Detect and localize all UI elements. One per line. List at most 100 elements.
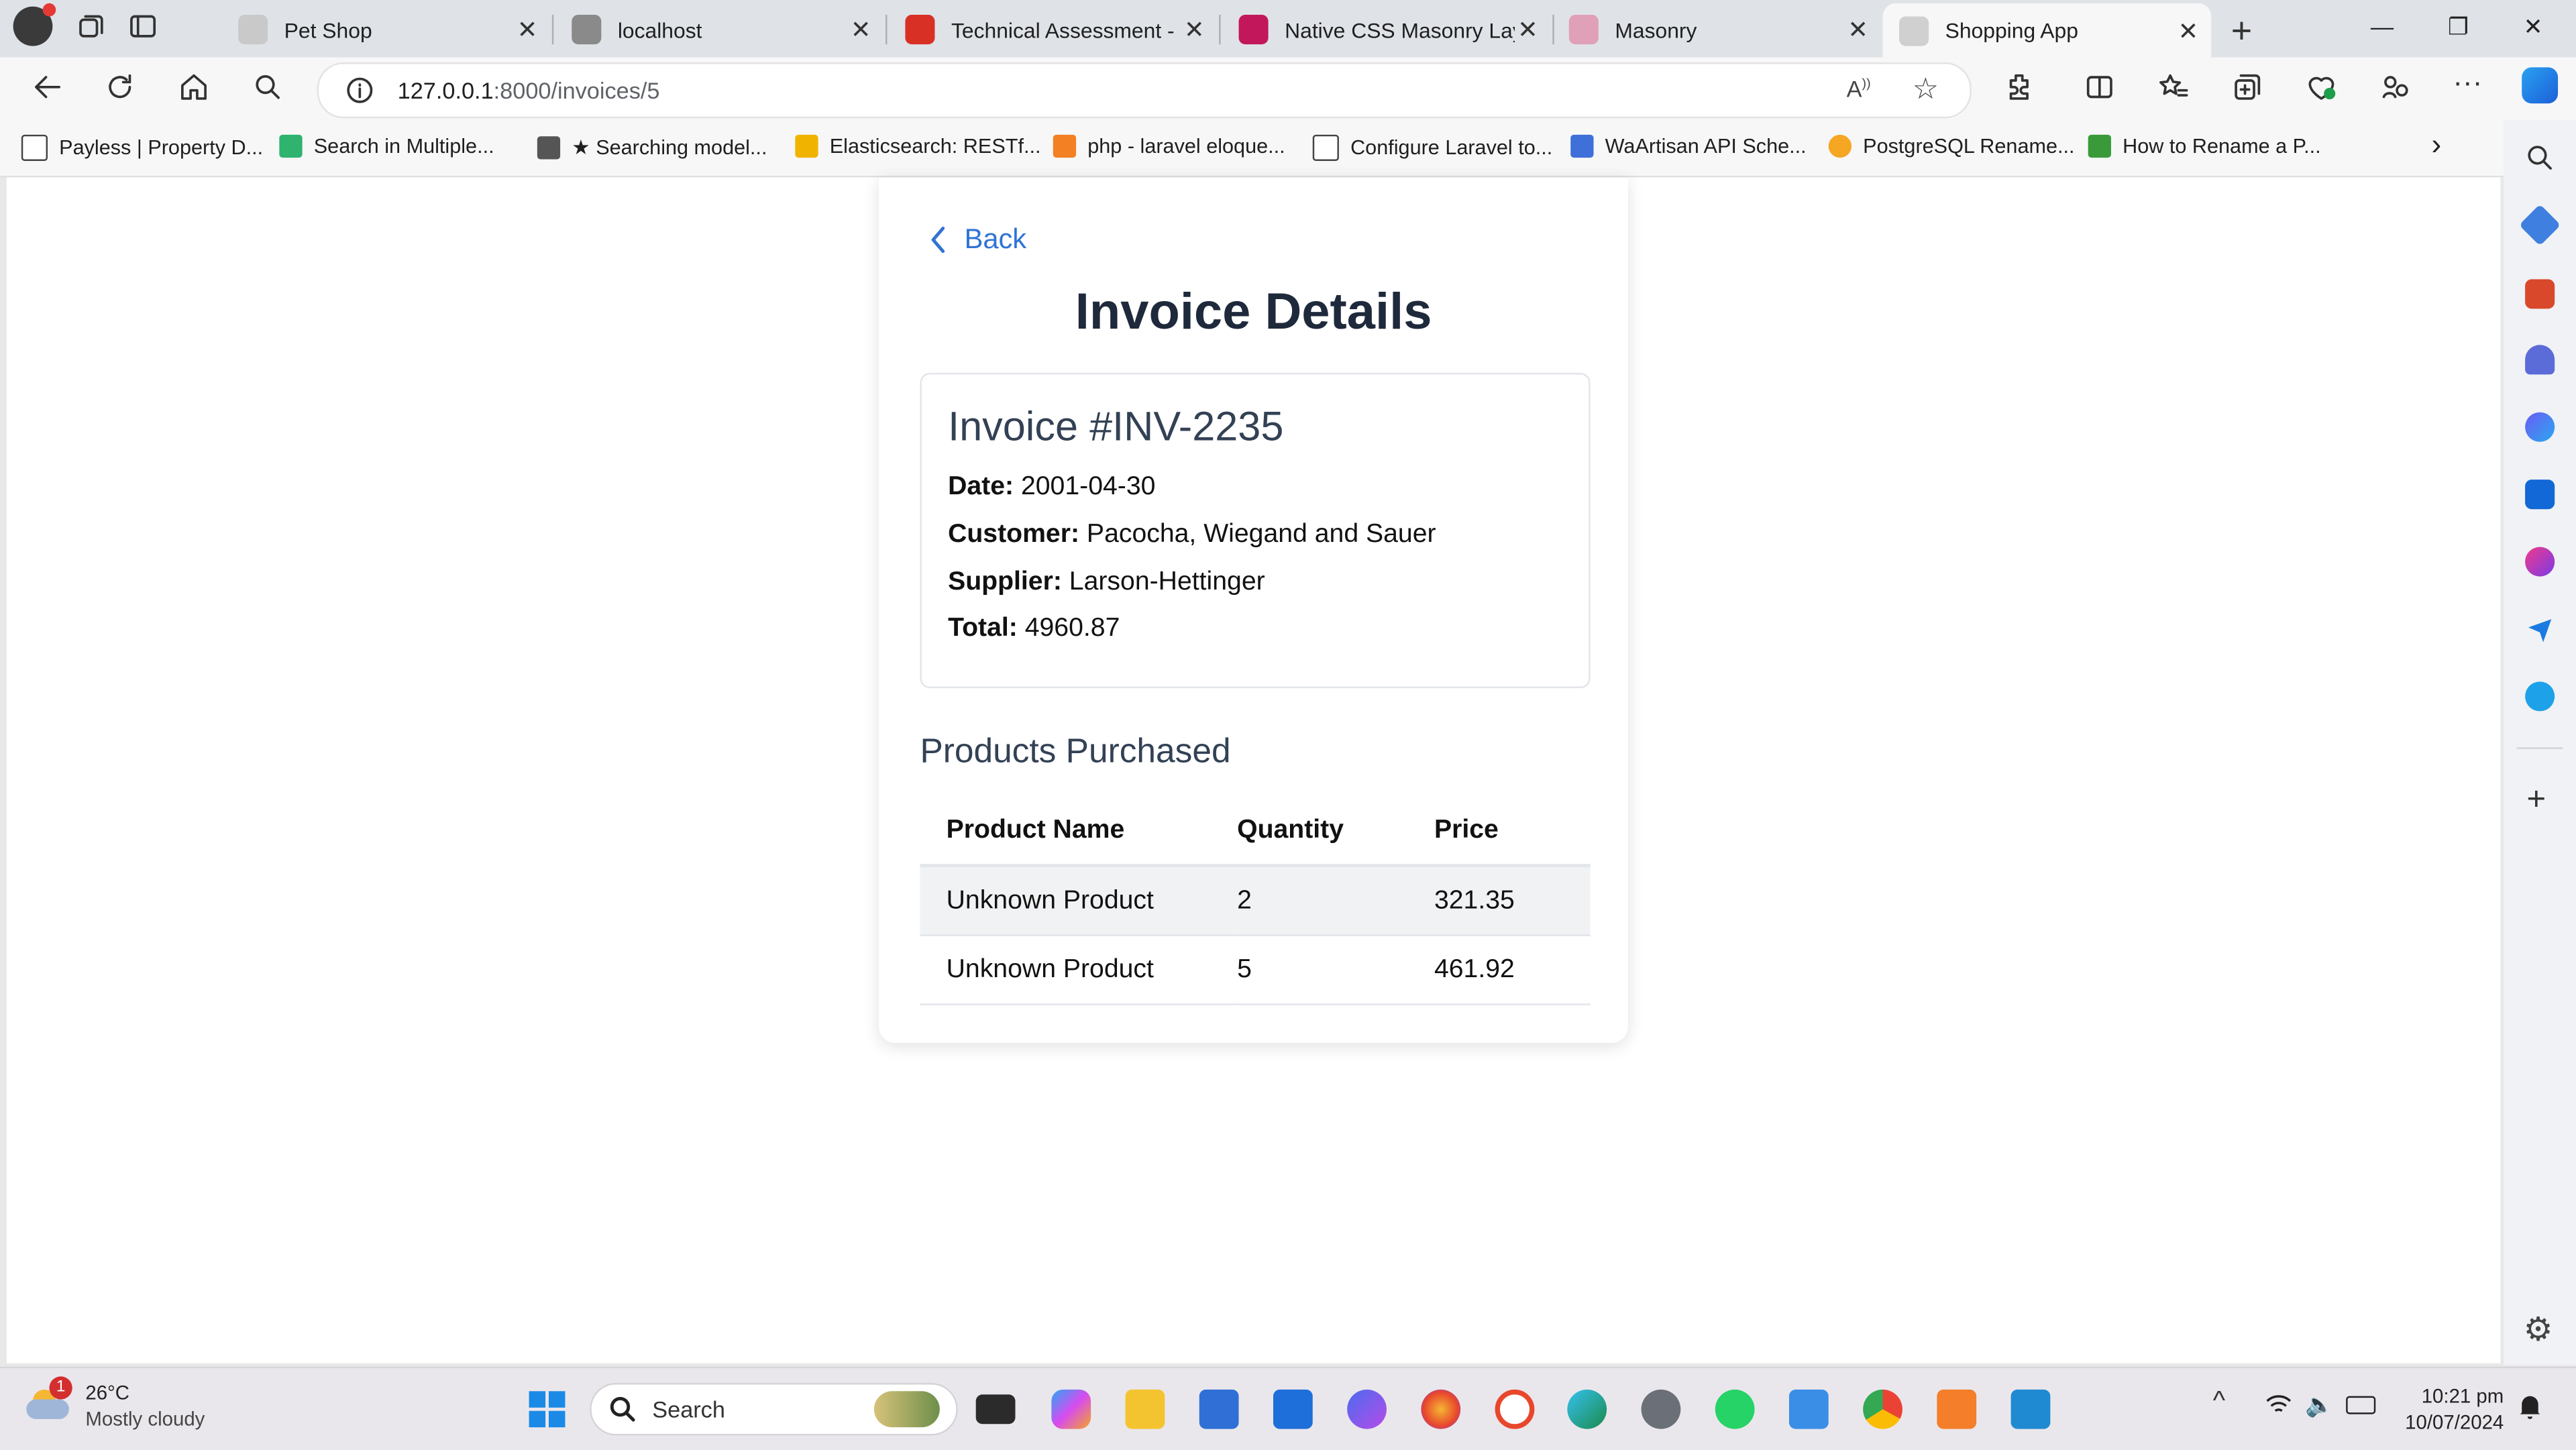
bookmark-label: PostgreSQL Rename... <box>1863 134 2075 158</box>
workspaces-icon[interactable] <box>76 11 105 41</box>
restore-icon[interactable]: ❐ <box>2448 13 2469 42</box>
close-icon[interactable]: ✕ <box>515 15 541 44</box>
wifi-icon[interactable] <box>2265 1393 2292 1416</box>
file-explorer-icon[interactable] <box>1125 1389 1165 1429</box>
bookmark-item[interactable]: Elasticsearch: RESTf... <box>795 134 1040 158</box>
new-tab-icon[interactable]: + <box>2231 10 2252 53</box>
search-icon[interactable] <box>2525 143 2555 172</box>
url-text: 127.0.0.1:8000/invoices/5 <box>398 77 660 103</box>
tab-shopping-app[interactable]: Shopping App ✕ <box>1882 3 2212 58</box>
back-label: Back <box>964 223 1027 255</box>
send-icon[interactable] <box>2525 614 2555 644</box>
taskbar-search[interactable]: Search <box>590 1383 958 1436</box>
bookmark-item[interactable]: WaArtisan API Sche... <box>1570 134 1807 158</box>
weather-description: Mostly cloudy <box>85 1407 205 1431</box>
tab-native-css-masonry[interactable]: Native CSS Masonry Layo ✕ <box>1222 5 1551 54</box>
vscode-icon[interactable] <box>2010 1389 2051 1429</box>
outlook-icon[interactable] <box>2525 480 2555 510</box>
more-options-icon[interactable]: ··· <box>2453 66 2482 100</box>
mail-icon[interactable] <box>1273 1389 1313 1429</box>
back-link[interactable]: Back <box>928 223 1026 256</box>
settings-icon[interactable] <box>1641 1389 1681 1429</box>
bookmark-item[interactable]: How to Rename a P... <box>2088 134 2321 158</box>
bookmark-label: How to Rename a P... <box>2123 134 2321 158</box>
close-icon[interactable]: ✕ <box>2175 15 2201 46</box>
xampp-icon[interactable] <box>1937 1389 1977 1429</box>
tab-technical-assessment[interactable]: Technical Assessment - S ✕ <box>889 5 1218 54</box>
navigation-bar: 127.0.0.1:8000/invoices/5 A)) ☆ ··· <box>0 57 2576 120</box>
tab-localhost[interactable]: localhost ✕ <box>555 5 884 54</box>
page-icon <box>572 15 602 45</box>
profile-avatar[interactable] <box>13 3 56 46</box>
tab-masonry[interactable]: Masonry ✕ <box>1552 5 1881 54</box>
quantity-cell: 2 <box>1237 865 1434 936</box>
refresh-icon[interactable] <box>103 70 136 103</box>
minimize-icon[interactable]: — <box>2371 13 2394 40</box>
shopping-tag-icon[interactable] <box>2518 204 2561 246</box>
split-screen-icon[interactable] <box>2083 70 2116 103</box>
close-icon[interactable]: ✕ <box>848 15 874 44</box>
chevron-up-icon[interactable]: ^ <box>2213 1388 2225 1417</box>
home-icon[interactable] <box>177 70 210 103</box>
back-arrow-icon[interactable] <box>32 70 64 103</box>
collections-icon[interactable] <box>2231 70 2264 103</box>
tab-pet-shop[interactable]: Pet Shop ✕ <box>222 5 551 54</box>
store-icon[interactable] <box>1199 1389 1239 1429</box>
close-window-icon[interactable]: ✕ <box>2524 13 2543 42</box>
windows-taskbar: 1 26°C Mostly cloudy Search ^ 🔈 10:21 pm… <box>0 1366 2576 1450</box>
chrome-icon[interactable] <box>1863 1389 1902 1429</box>
price-cell: 461.92 <box>1434 935 1591 1005</box>
brave-icon[interactable] <box>1495 1389 1535 1429</box>
chevron-right-icon[interactable]: › <box>2432 128 2442 162</box>
favorite-star-icon[interactable]: ☆ <box>1913 72 1939 107</box>
field-label: Supplier: <box>948 568 1062 596</box>
settings-gear-icon[interactable]: ⚙ <box>2524 1309 2553 1350</box>
task-view-icon[interactable] <box>975 1394 1016 1425</box>
app-launcher-icon[interactable] <box>1347 1389 1387 1429</box>
bookmark-item[interactable]: Payless | Property D... <box>21 134 263 162</box>
field-label: Total: <box>948 614 1018 643</box>
add-icon[interactable]: + <box>2527 782 2546 820</box>
volume-icon[interactable]: 🔈 <box>2305 1391 2334 1419</box>
bookmark-item[interactable]: php - laravel eloque... <box>1053 134 1285 158</box>
address-bar[interactable]: 127.0.0.1:8000/invoices/5 A)) ☆ <box>317 62 1972 119</box>
windows-start-icon[interactable] <box>527 1390 567 1429</box>
price-cell: 321.35 <box>1434 865 1591 936</box>
weather-widget[interactable]: 1 26°C Mostly cloudy <box>26 1376 205 1432</box>
read-aloud-icon[interactable]: A)) <box>1847 76 1871 102</box>
close-icon[interactable]: ✕ <box>1515 15 1541 44</box>
tools-icon[interactable] <box>2525 279 2555 309</box>
browser-essentials-icon[interactable] <box>2305 70 2338 103</box>
notification-dot <box>42 3 56 17</box>
extensions-icon[interactable] <box>2002 70 2035 103</box>
tab-actions-icon[interactable] <box>128 11 158 41</box>
notifications-bell-icon[interactable] <box>2518 1393 2541 1419</box>
close-icon[interactable]: ✕ <box>1181 15 1208 44</box>
search-icon[interactable] <box>252 70 284 103</box>
firefox-icon[interactable] <box>1421 1389 1461 1429</box>
bookmark-item[interactable]: PostgreSQL Rename... <box>1828 134 2075 158</box>
skype-icon[interactable] <box>2525 681 2555 712</box>
invoice-supplier-row: Supplier: Larson-Hettinger <box>948 568 1265 598</box>
copilot-icon[interactable] <box>2522 67 2559 104</box>
designer-icon[interactable] <box>2525 547 2555 577</box>
site-info-icon[interactable] <box>345 76 374 105</box>
copilot-taskbar-icon[interactable] <box>1051 1389 1091 1429</box>
battery-icon[interactable] <box>2346 1396 2376 1414</box>
system-clock[interactable]: 10:21 pm 10/07/2024 <box>2385 1383 2504 1435</box>
notepad-icon[interactable] <box>1788 1389 1829 1429</box>
bookmark-item[interactable]: Search in Multiple... <box>279 134 494 158</box>
edge-icon[interactable] <box>1567 1389 1607 1429</box>
whatsapp-icon[interactable] <box>1715 1389 1755 1429</box>
feedback-icon[interactable] <box>2379 70 2412 103</box>
field-value: 4960.87 <box>1024 614 1120 643</box>
bookmark-item[interactable]: ★ Searching model... <box>537 135 767 160</box>
microsoft-365-icon[interactable] <box>2525 412 2555 442</box>
paw-icon <box>238 15 268 45</box>
tab-title: Shopping App <box>1945 17 2078 43</box>
games-icon[interactable] <box>2525 345 2555 375</box>
close-icon[interactable]: ✕ <box>1845 15 1871 44</box>
favorites-icon[interactable] <box>2157 70 2190 103</box>
circle-icon <box>1828 134 1852 158</box>
bookmark-item[interactable]: Configure Laravel to... <box>1312 134 1552 162</box>
